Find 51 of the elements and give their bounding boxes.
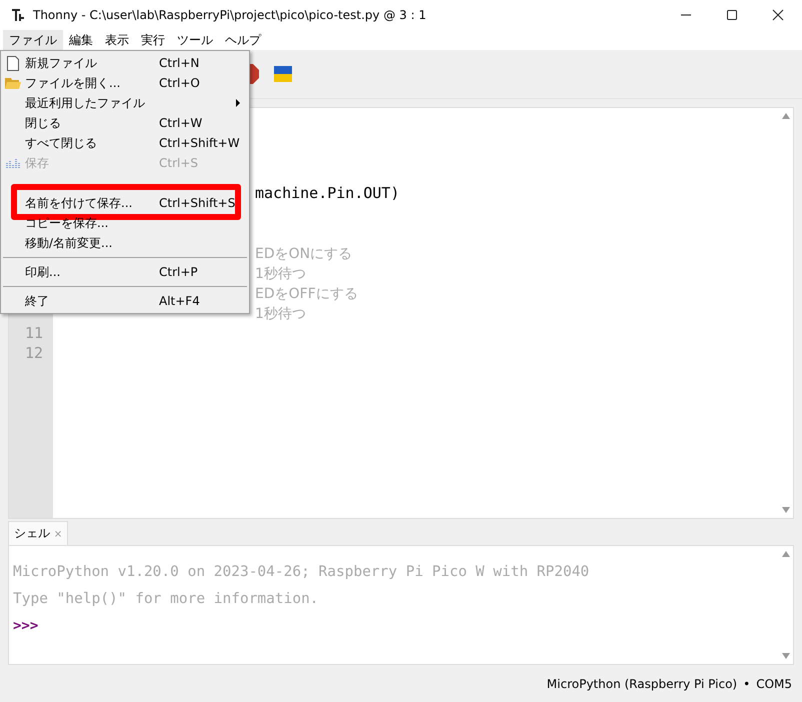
menu-item-label[interactable]: 最近利用したファイル — [25, 94, 159, 112]
menu-item-label[interactable]: 印刷... — [25, 264, 159, 280]
close-icon[interactable] — [772, 9, 784, 21]
shell-output: MicroPython v1.20.0 on 2023-04-26; Raspberry Pi Pico W with RP2040 — [13, 564, 590, 582]
submenu-arrow-icon — [236, 99, 240, 107]
menu-item-label[interactable]: コピーを保存... — [25, 214, 159, 232]
menu-item[interactable]: 実行 — [135, 30, 171, 50]
folder-icon — [5, 76, 21, 90]
menu-item[interactable]: ツール — [171, 30, 219, 50]
maximize-icon[interactable] — [726, 9, 738, 21]
code-comment: 1秒待つ — [255, 306, 306, 322]
interpreter-status[interactable]: MicroPython (Raspberry Pi Pico) — [546, 676, 738, 690]
menu-item[interactable]: ヘルプ — [219, 30, 267, 50]
menu-item-label[interactable]: 移動/名前変更... — [25, 234, 159, 252]
line-number: 11 — [24, 324, 43, 342]
shortcut-text: Ctrl+Shift+S — [159, 196, 236, 210]
menu-item-label[interactable]: すべて閉じる — [25, 134, 159, 152]
status-separator: • — [743, 676, 750, 690]
shortcut-text: Ctrl+W — [159, 116, 202, 130]
port-status: COM5 — [756, 676, 792, 690]
shortcut-text: Alt+F4 — [159, 294, 200, 308]
code-line: machine.Pin.OUT) — [255, 184, 400, 202]
shortcut-text: Ctrl+Shift+W — [159, 136, 240, 150]
app-logo-icon — [11, 8, 25, 22]
scroll-down-icon[interactable] — [782, 653, 790, 659]
shortcut-text: Ctrl+S — [159, 156, 198, 170]
window-title: Thonny - C:\user\lab\RaspberryPi\project\pico\pico-test.py @ 3 : 1 — [33, 8, 428, 22]
menu-item-label[interactable]: 閉じる — [25, 114, 159, 132]
shell-prompt: >>> — [13, 618, 40, 634]
scroll-up-icon[interactable] — [782, 113, 790, 119]
menu-item-label[interactable]: 終了 — [25, 292, 159, 310]
scroll-down-icon[interactable] — [782, 507, 790, 513]
code-comment: 1秒待つ — [255, 266, 306, 282]
menu-item-label[interactable]: ファイルを開く... — [25, 74, 159, 92]
menu-item[interactable]: 編集 — [63, 30, 99, 50]
line-number: 12 — [24, 344, 43, 362]
chart-icon — [6, 157, 20, 169]
scroll-up-icon[interactable] — [782, 551, 790, 557]
shell-output: Type "help()" for more information. — [13, 591, 320, 609]
code-comment: EDをOFFにする — [255, 286, 358, 302]
shortcut-text: Ctrl+P — [159, 265, 198, 279]
shortcut-text: Ctrl+O — [159, 76, 200, 90]
menu-item[interactable]: ファイル — [3, 30, 63, 50]
flag-icon[interactable] — [274, 66, 292, 82]
menu-item[interactable]: 表示 — [99, 30, 135, 50]
shell-tab[interactable]: シェル × — [8, 521, 68, 545]
shortcut-text: Ctrl+N — [159, 56, 200, 70]
menu-item-label[interactable]: 新規ファイル — [25, 54, 159, 72]
menu-item-label[interactable]: 名前を付けて保存... — [25, 194, 159, 212]
code-comment: EDをONにする — [255, 246, 352, 262]
document-icon — [7, 56, 19, 70]
